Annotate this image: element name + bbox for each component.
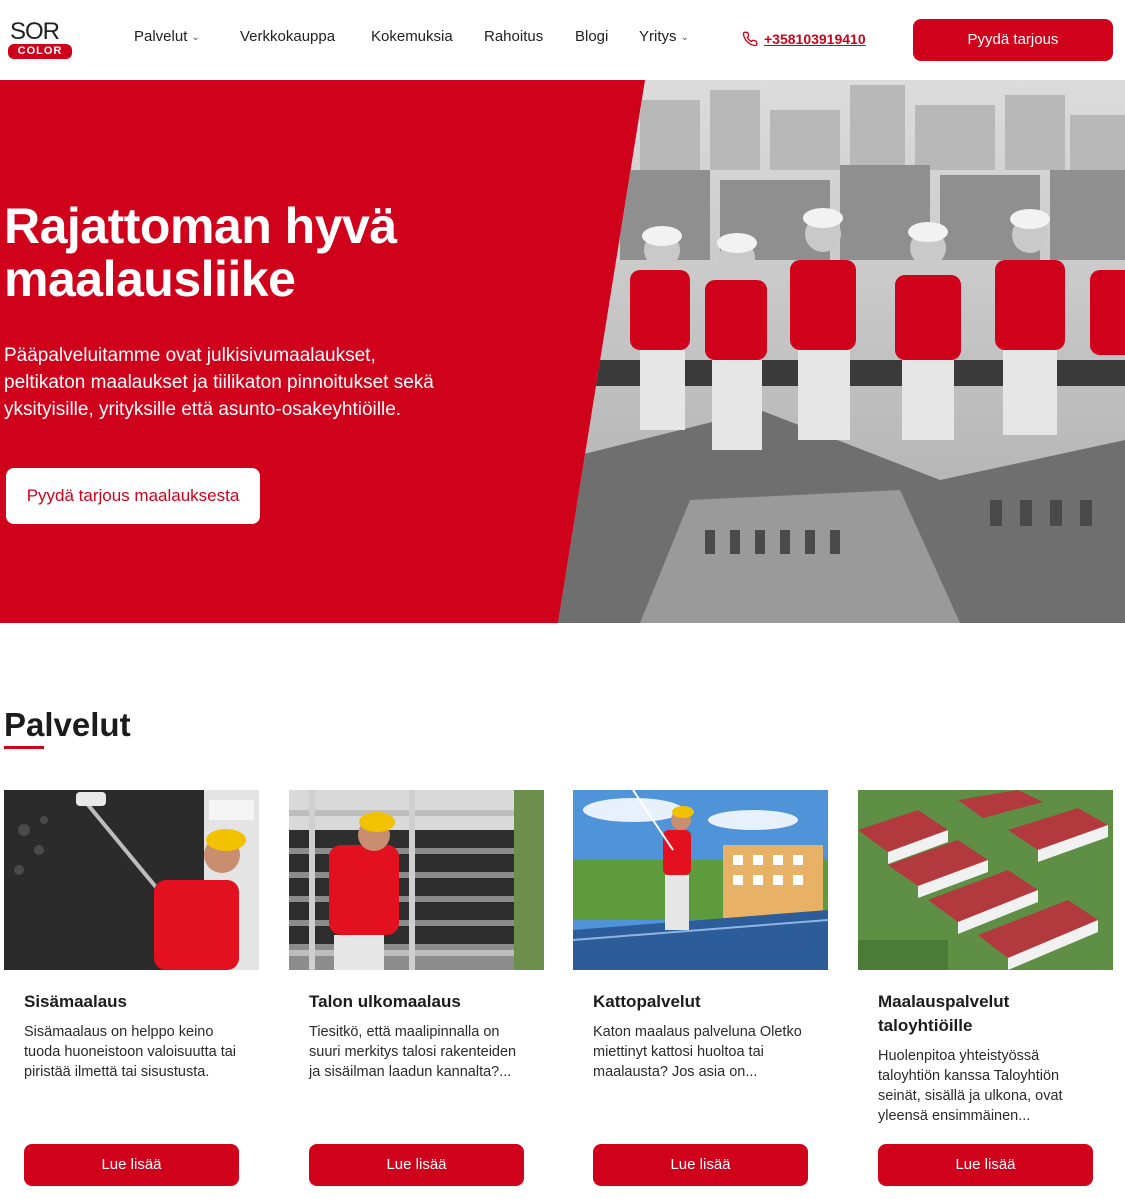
read-more-button[interactable]: Lue lisää <box>878 1144 1093 1186</box>
nav-item-label: Yritys <box>639 28 677 45</box>
service-image-roof-services <box>573 790 828 970</box>
nav-item-label: Blogi <box>575 28 609 45</box>
service-title: Kattopalvelut <box>593 992 701 1011</box>
nav-item-kokemuksia[interactable]: Kokemuksia <box>371 28 453 45</box>
sor-color-logo[interactable]: SOR COLOR <box>6 20 74 60</box>
hero-description: Pääpalveluitamme ovat julkisivumaalaukse… <box>4 345 434 420</box>
service-title: Talon ulkomaalaus <box>309 992 461 1011</box>
phone-number: +358103919410 <box>764 31 866 47</box>
chevron-down-icon: ⌄ <box>191 32 200 43</box>
request-quote-button[interactable]: Pyydä tarjous <box>913 19 1113 61</box>
chevron-down-icon: ⌄ <box>680 32 689 43</box>
read-more-button[interactable]: Lue lisää <box>593 1144 808 1186</box>
read-more-button[interactable]: Lue lisää <box>24 1144 239 1186</box>
nav-item-yritys[interactable]: Yritys ⌄ <box>639 28 689 45</box>
service-title: Maalauspalvelut taloyhtiöille <box>878 992 1010 1035</box>
nav-item-label: Rahoitus <box>484 28 544 45</box>
nav-item-verkkokauppa[interactable]: Verkkokauppa <box>240 28 335 45</box>
nav-item-label: Kokemuksia <box>371 28 453 45</box>
service-image-housing-company <box>858 790 1113 970</box>
service-description: Tiesitkö, että maalipinnalla on suuri me… <box>309 1024 517 1080</box>
services-heading: Palvelut <box>4 706 131 743</box>
service-description: Sisämaalaus on helppo keino tuoda huonei… <box>24 1024 237 1080</box>
service-card-sisamaalaus: Sisämaalaus Sisämaalaus on helppo keino … <box>4 790 259 1199</box>
service-description: Huolenpitoa yhteistyössä taloyhtiön kans… <box>878 1048 1063 1124</box>
nav-item-rahoitus[interactable]: Rahoitus <box>484 28 543 45</box>
service-card-kattopalvelut: Kattopalvelut Katon maalaus palveluna Ol… <box>573 790 828 1199</box>
service-card-taloyhtiot: Maalauspalvelut taloyhtiöille Huolenpito… <box>858 790 1113 1199</box>
service-image-interior-painting <box>4 790 259 970</box>
phone-link[interactable]: +358103919410 <box>742 31 866 47</box>
logo-badge: COLOR <box>8 44 72 59</box>
service-description: Katon maalaus palveluna Oletko miettinyt… <box>593 1024 802 1080</box>
phone-icon <box>742 31 758 47</box>
nav-item-blogi[interactable]: Blogi <box>575 28 608 45</box>
nav-item-label: Verkkokauppa <box>240 28 336 45</box>
hero-section: Rajattoman hyvä maalausliike Pääpalvelui… <box>0 80 1125 623</box>
logo-wordmark: SOR <box>10 18 60 45</box>
heading-underline <box>4 746 44 749</box>
request-painting-quote-button[interactable]: Pyydä tarjous maalauksesta <box>6 468 260 524</box>
service-image-exterior-painting <box>289 790 544 970</box>
nav-item-label: Palvelut <box>134 28 188 45</box>
site-header: SOR COLOR Palvelut ⌄ Verkkokauppa Kokemu… <box>0 0 1125 80</box>
service-title: Sisämaalaus <box>24 992 128 1011</box>
service-card-talon-ulkomaalaus: Talon ulkomaalaus Tiesitkö, että maalipi… <box>289 790 544 1199</box>
read-more-button[interactable]: Lue lisää <box>309 1144 524 1186</box>
nav-item-palvelut[interactable]: Palvelut ⌄ <box>134 28 200 45</box>
hero-title: Rajattoman hyvä maalausliike <box>4 198 397 307</box>
